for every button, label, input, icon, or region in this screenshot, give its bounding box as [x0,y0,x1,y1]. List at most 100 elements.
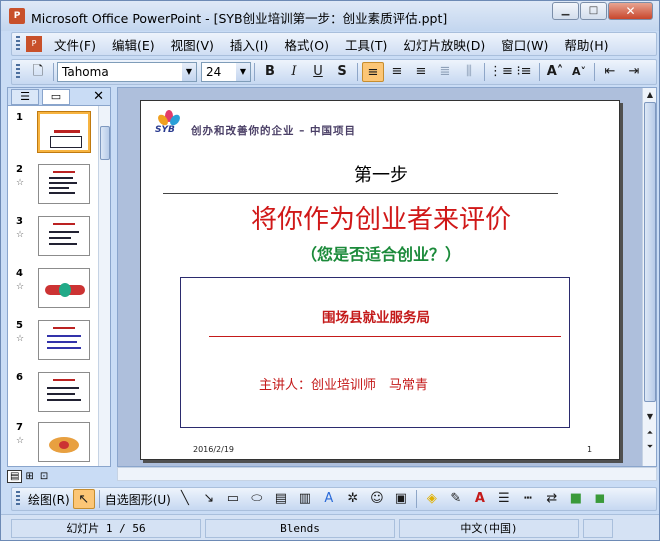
dash-style-icon[interactable]: ┅ [517,489,539,509]
maximize-button[interactable]: □ [580,2,607,20]
close-button[interactable]: ✕ [608,2,653,20]
slideshow-view-icon[interactable]: ⊡ [37,471,51,482]
columns-icon[interactable]: ⫼ [458,62,480,82]
shadow-icon[interactable]: S [331,62,353,82]
toolbar-grip[interactable] [16,64,20,80]
status-language: 中文(中国) [399,518,579,538]
close-icon[interactable]: ✕ [93,89,104,104]
formatting-toolbar: 🗋 Tahoma ▼ 24 ▼ B I U S ≡ ≡ ≡ ≣ ⫼ ⋮≡ ⁝≡ … [11,59,657,85]
thumbnail-5[interactable]: 5 ☆ [12,320,94,366]
clipart-icon[interactable]: ☺ [366,489,388,509]
bullets-icon[interactable]: ⁝≡ [513,62,535,82]
slides-tab[interactable]: ▭ [42,88,70,105]
new-icon[interactable]: 🗋 [27,62,49,82]
normal-view-icon[interactable]: ▤ [7,469,23,483]
title-bar: P Microsoft Office PowerPoint - [SYB创业培训… [1,1,659,31]
divider [163,193,558,194]
menu-tools[interactable]: 工具(T) [337,35,395,54]
italic-icon[interactable]: I [283,62,305,82]
menu-view[interactable]: 视图(V) [163,35,222,54]
numbering-icon[interactable]: ⋮≡ [489,62,513,82]
slide-title: 将你作为创业者来评价 [250,205,511,235]
slide-scrollbar[interactable]: ▲ ▼ ⏶ ⏷ [642,88,656,466]
draw-menu[interactable]: 绘图(R) [26,491,72,508]
scroll-down-icon[interactable]: ▼ [644,410,656,424]
picture-icon[interactable]: ▣ [390,489,412,509]
thumbnail-2[interactable]: 2 ☆ [12,164,94,210]
menu-slideshow[interactable]: 幻灯片放映(D) [395,35,493,54]
slide-canvas[interactable]: SYB 创办和改善你的企业 – 中国项目 第一步 将你作为创业者来评价 （您是否… [140,100,620,460]
previous-slide-icon[interactable]: ⏶ [644,426,656,440]
increase-font-icon[interactable]: A˄ [544,62,566,82]
toolbar-grip[interactable] [16,36,20,52]
increase-indent-icon[interactable]: ⇥ [623,62,645,82]
rectangle-icon[interactable]: ▭ [222,489,244,509]
logo-text: SYB [155,125,175,135]
underline-icon[interactable]: U [307,62,329,82]
font-value: Tahoma [62,65,109,79]
scroll-up-icon[interactable]: ▲ [644,88,656,102]
scroll-thumb[interactable] [644,102,656,402]
vertical-textbox-icon[interactable]: ▥ [294,489,316,509]
menu-file[interactable]: 文件(F) [46,35,104,54]
decrease-font-icon[interactable]: A˅ [568,62,590,82]
select-pointer-icon[interactable]: ↖ [72,489,95,509]
align-center-icon[interactable]: ≡ [386,62,408,82]
menu-insert[interactable]: 插入(I) [222,35,276,54]
next-slide-icon[interactable]: ⏷ [644,440,656,454]
speaker: 主讲人：创业培训师 马常青 [259,378,429,393]
powerpoint-icon: P [9,8,25,24]
thumbnail-1[interactable]: 1 [12,111,94,158]
fill-color-icon[interactable]: ◈ [421,489,443,509]
status-slide: 幻灯片 1 / 56 [11,518,201,538]
horizontal-scrollbar[interactable] [117,467,657,481]
slide-date: 2016/2/19 [193,445,235,454]
align-right-icon[interactable]: ≡ [410,62,432,82]
textbox-icon[interactable]: ▤ [270,489,292,509]
syb-logo-icon: SYB [155,110,183,136]
menu-bar: P 文件(F) 编辑(E) 视图(V) 插入(I) 格式(O) 工具(T) 幻灯… [11,32,657,56]
outline-tab[interactable]: ☰ [11,88,39,105]
toolbar-grip[interactable] [16,491,20,507]
size-combo[interactable]: 24 ▼ [201,62,251,82]
thumbnail-6[interactable]: 6 [12,372,94,418]
thumbnail-scrollbar[interactable] [98,106,110,466]
slides-pane: ☰ ▭ ✕ 1 2 ☆ 3 ☆ 4 ☆ 5 ☆ 6 7 ☆ [7,87,111,467]
distribute-icon[interactable]: ≣ [434,62,456,82]
3d-style-icon[interactable]: ◼ [589,489,611,509]
minimize-button[interactable]: ▁ [552,2,579,20]
info-box: 围场县就业服务局 主讲人：创业培训师 马常青 [180,277,570,428]
menu-help[interactable]: 帮助(H) [556,35,616,54]
autoshapes-menu[interactable]: 自选图形(U) [103,491,173,508]
menu-edit[interactable]: 编辑(E) [104,35,163,54]
chevron-down-icon[interactable]: ▼ [182,63,196,81]
scroll-thumb[interactable] [100,126,110,160]
decrease-indent-icon[interactable]: ⇤ [599,62,621,82]
wordart-icon[interactable]: A [318,489,340,509]
line-color-icon[interactable]: ✎ [445,489,467,509]
status-extra [583,518,613,538]
thumbnail-7[interactable]: 7 ☆ [12,422,94,468]
align-left-icon[interactable]: ≡ [362,62,384,82]
thumbnail-3[interactable]: 3 ☆ [12,216,94,262]
oval-icon[interactable]: ⬭ [246,489,268,509]
line-style-icon[interactable]: ☰ [493,489,515,509]
bold-icon[interactable]: B [259,62,281,82]
app-window: P Microsoft Office PowerPoint - [SYB创业培训… [0,0,660,541]
status-template: Blends [205,518,395,538]
arrow-icon[interactable]: ↘ [198,489,220,509]
diagram-icon[interactable]: ✲ [342,489,364,509]
line-icon[interactable]: ╲ [174,489,196,509]
arrow-style-icon[interactable]: ⇄ [541,489,563,509]
shadow-style-icon[interactable]: ■ [565,489,587,509]
animation-icon: ☆ [16,334,25,344]
document-icon[interactable]: P [26,36,42,52]
sorter-view-icon[interactable]: ⊞ [22,471,36,482]
menu-window[interactable]: 窗口(W) [493,35,556,54]
font-combo[interactable]: Tahoma ▼ [57,62,197,82]
menu-format[interactable]: 格式(O) [276,35,337,54]
slide-step: 第一步 [354,165,408,186]
chevron-down-icon[interactable]: ▼ [236,63,250,81]
font-color-icon[interactable]: A [469,489,491,509]
thumbnail-4[interactable]: 4 ☆ [12,268,94,314]
